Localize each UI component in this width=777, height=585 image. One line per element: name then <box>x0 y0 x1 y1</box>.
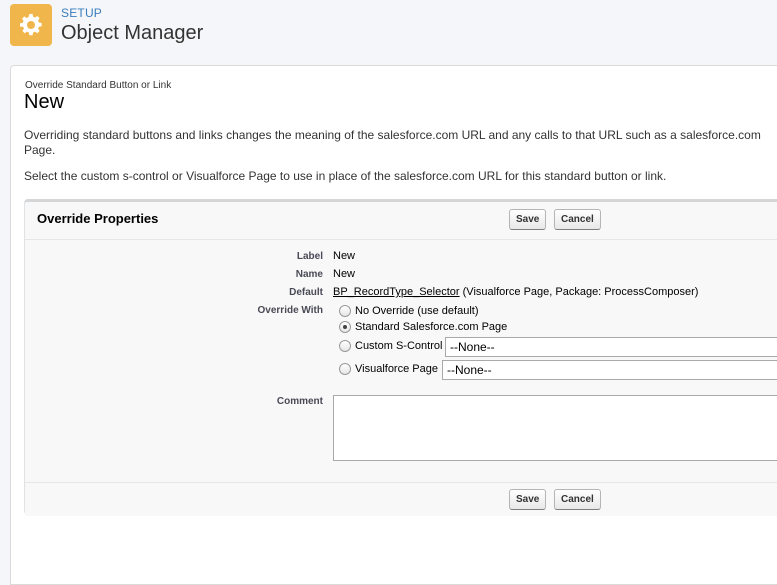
default-page-link[interactable]: BP_RecordType_Selector <box>333 286 460 298</box>
comment-textarea[interactable] <box>333 395 777 461</box>
default-field-value: BP_RecordType_Selector (Visualforce Page… <box>333 286 698 298</box>
radio-label: Visualforce Page <box>355 363 438 375</box>
scontrol-select[interactable]: --None-- <box>445 337 777 357</box>
gear-glyph <box>20 14 42 36</box>
radio-custom-scontrol[interactable]: Custom S-Control <box>339 338 442 354</box>
name-field-label: Name <box>295 269 323 280</box>
default-field-label: Default <box>289 287 323 298</box>
label-field-value: New <box>333 250 356 262</box>
comment-label: Comment <box>276 396 323 407</box>
page-caption: Override Standard Button or Link <box>25 80 172 91</box>
app-header: SETUP Object Manager <box>0 0 777 60</box>
radio-label: Standard Salesforce.com Page <box>355 321 508 333</box>
radio-button-selected[interactable] <box>339 321 351 333</box>
gear-icon <box>10 4 52 46</box>
override-with-label: Override With <box>257 305 323 316</box>
description-text: Overriding standard buttons and links ch… <box>24 128 761 157</box>
radio-standard-page[interactable]: Standard Salesforce.com Page <box>339 319 507 335</box>
radio-label: No Override (use default) <box>355 305 479 317</box>
override-properties-section: Override Properties Save Cancel Label Ne… <box>24 199 777 516</box>
section-body: Label New Name New Default BP_RecordType… <box>25 240 777 482</box>
radio-label: Custom S-Control <box>355 340 443 352</box>
cancel-button-bottom[interactable]: Cancel <box>554 489 601 510</box>
radio-button[interactable] <box>339 363 351 375</box>
section-title: Override Properties <box>37 211 159 226</box>
content-card: Override Standard Button or Link New Ove… <box>10 65 777 585</box>
radio-visualforce-page[interactable]: Visualforce Page <box>339 361 438 377</box>
page-title: New <box>24 91 65 113</box>
radio-button[interactable] <box>339 340 351 352</box>
visualforce-select[interactable]: --None-- <box>442 360 777 380</box>
name-field-value: New <box>333 268 356 280</box>
default-page-details: (Visualforce Page, Package: ProcessCompo… <box>462 286 699 298</box>
setup-label[interactable]: SETUP <box>61 6 102 20</box>
radio-button[interactable] <box>339 305 351 317</box>
section-footer: Save Cancel <box>25 482 777 516</box>
radio-no-override[interactable]: No Override (use default) <box>339 303 479 319</box>
save-button-bottom[interactable]: Save <box>509 489 547 510</box>
section-header: Override Properties Save Cancel <box>25 202 777 240</box>
cancel-button-top[interactable]: Cancel <box>554 209 601 230</box>
page-header-title: Object Manager <box>61 22 204 44</box>
label-field-label: Label <box>296 251 323 262</box>
save-button-top[interactable]: Save <box>509 209 547 230</box>
instruction-text: Select the custom s-control or Visualfor… <box>24 169 667 183</box>
